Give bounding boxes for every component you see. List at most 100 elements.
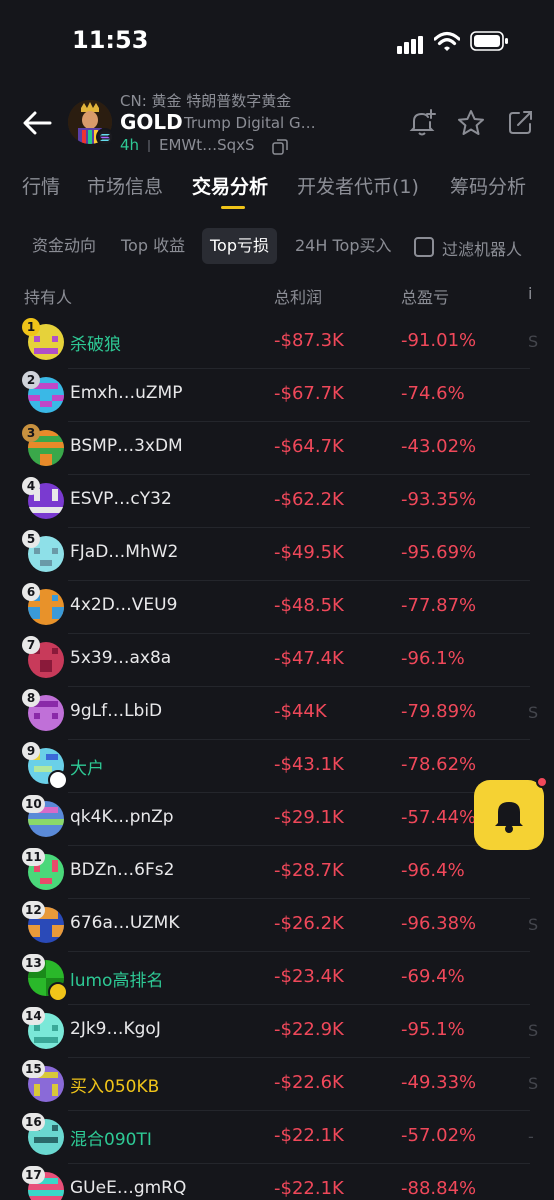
total-profit: -$67.7K xyxy=(274,383,344,404)
holder-name: 买入050KB xyxy=(70,1077,160,1097)
rank-badge: 7 xyxy=(22,636,40,654)
total-profit: -$62.2K xyxy=(274,489,344,510)
contract-address[interactable]: EMWt…SqxS xyxy=(159,136,255,154)
table-row[interactable]: 4 ESVP…cY32 -$62.2K -93.35% xyxy=(0,475,554,528)
token-header: CN: 黄金 特朗普数字黄金 GOLD Trump Digital G… 4h … xyxy=(0,84,554,162)
cut-off-value: - xyxy=(528,1127,534,1146)
copy-icon[interactable] xyxy=(272,139,288,155)
rank-badge: 11 xyxy=(22,848,45,866)
filter-bots-checkbox[interactable] xyxy=(414,237,434,257)
tab-market[interactable]: 行情 xyxy=(22,172,60,199)
table-row[interactable]: 2 Emxh…uZMP -$67.7K -74.6% xyxy=(0,369,554,422)
total-pnl: -93.35% xyxy=(401,489,477,510)
tab-chip-analysis[interactable]: 筹码分析 xyxy=(450,172,526,199)
holder-name: 混合090TI xyxy=(70,1130,152,1150)
status-time: 11:53 xyxy=(72,26,149,54)
price-alert-button[interactable] xyxy=(474,780,544,850)
table-row[interactable]: 1 杀破狼 -$87.3K -91.01% S xyxy=(0,316,554,369)
column-cut-off: i xyxy=(528,284,533,303)
table-row[interactable]: 13 lumo高排名 -$23.4K -69.4% xyxy=(0,952,554,1005)
bell-icon xyxy=(495,802,523,833)
rank-badge: 12 xyxy=(22,901,45,919)
tab-market-info[interactable]: 市场信息 xyxy=(87,172,163,199)
total-profit: -$26.2K xyxy=(274,913,344,934)
total-profit: -$22.6K xyxy=(274,1072,344,1093)
total-profit: -$22.1K xyxy=(274,1125,344,1146)
rank-badge: 3 xyxy=(22,424,40,442)
filter-bots-label: 过滤机器人 xyxy=(442,240,523,259)
total-pnl: -78.62% xyxy=(401,754,477,775)
total-pnl: -91.01% xyxy=(401,330,477,351)
star-favorite-icon[interactable] xyxy=(456,108,486,138)
table-row[interactable]: 3 BSMP…3xDM -$64.7K -43.02% xyxy=(0,422,554,475)
total-pnl: -96.1% xyxy=(401,648,465,669)
total-pnl: -88.84% xyxy=(401,1178,477,1199)
table-row[interactable]: 14 2Jk9…KgoJ -$22.9K -95.1% S xyxy=(0,1005,554,1058)
total-profit: -$64.7K xyxy=(274,436,344,457)
rank-badge: 16 xyxy=(22,1113,45,1131)
rank-badge: 5 xyxy=(22,530,40,548)
cut-off-value: S xyxy=(528,703,539,722)
total-profit: -$29.1K xyxy=(274,807,344,828)
holder-name: 9gLf…LbiD xyxy=(70,701,163,721)
back-arrow-icon[interactable] xyxy=(20,106,54,140)
rank-badge: 6 xyxy=(22,583,40,601)
holder-name: Emxh…uZMP xyxy=(70,383,183,403)
total-profit: -$43.1K xyxy=(274,754,344,775)
holder-name: 杀破狼 xyxy=(70,335,121,355)
rank-badge: 14 xyxy=(22,1007,45,1025)
holder-name: BDZn…6Fs2 xyxy=(70,860,175,880)
subtab-top-loss[interactable]: Top亏损 xyxy=(202,228,278,264)
rank-badge: 13 xyxy=(22,954,45,972)
rank-badge: 9 xyxy=(22,742,40,760)
table-row[interactable]: 7 5x39…ax8a -$47.4K -96.1% xyxy=(0,634,554,687)
table-row[interactable]: 8 9gLf…LbiD -$44K -79.89% S xyxy=(0,687,554,740)
total-pnl: -95.69% xyxy=(401,542,477,563)
table-row[interactable]: 12 676a…UZMK -$26.2K -96.38% S xyxy=(0,899,554,952)
total-pnl: -77.87% xyxy=(401,595,477,616)
subtab-fund-flow[interactable]: 资金动向 xyxy=(24,228,104,264)
subtab-top-gain[interactable]: Top 收益 xyxy=(113,228,193,264)
rank-badge: 17 xyxy=(22,1166,45,1184)
share-icon[interactable] xyxy=(505,108,535,138)
table-row[interactable]: 17 GUeE…gmRQ -$22.1K -88.84% xyxy=(0,1164,554,1200)
rank-badge: 15 xyxy=(22,1060,45,1078)
battery-icon xyxy=(470,31,508,51)
total-pnl: -95.1% xyxy=(401,1019,465,1040)
tab-trade-analysis[interactable]: 交易分析 xyxy=(192,172,268,199)
token-full-name: Trump Digital G… xyxy=(184,114,316,132)
table-row[interactable]: 5 FJaD…MhW2 -$49.5K -95.69% xyxy=(0,528,554,581)
total-profit: -$28.7K xyxy=(274,860,344,881)
rank-badge: 8 xyxy=(22,689,40,707)
table-row[interactable]: 10 qk4K…pnZp -$29.1K -57.44% xyxy=(0,793,554,846)
tab-developer-tokens[interactable]: 开发者代币(1) xyxy=(297,172,419,199)
table-row[interactable]: 15 买入050KB -$22.6K -49.33% S xyxy=(0,1058,554,1111)
holder-name: 4x2D…VEU9 xyxy=(70,595,178,615)
table-row[interactable]: 11 BDZn…6Fs2 -$28.7K -96.4% xyxy=(0,846,554,899)
total-pnl: -96.4% xyxy=(401,860,465,881)
token-symbol: GOLD xyxy=(120,110,183,134)
holder-name: lumo高排名 xyxy=(70,971,164,991)
total-profit: -$48.5K xyxy=(274,595,344,616)
active-tab-indicator xyxy=(221,206,245,209)
column-total-profit[interactable]: 总利润 xyxy=(274,284,322,308)
total-profit: -$47.4K xyxy=(274,648,344,669)
table-header: 持有人 总利润 总盈亏 i xyxy=(0,280,554,312)
holder-name: 676a…UZMK xyxy=(70,913,180,933)
column-holder[interactable]: 持有人 xyxy=(24,284,72,308)
rank-badge: 10 xyxy=(22,795,45,813)
table-row[interactable]: 9 大户 -$43.1K -78.62% xyxy=(0,740,554,793)
total-profit: -$22.1K xyxy=(274,1178,344,1199)
total-profit: -$49.5K xyxy=(274,542,344,563)
subtab-24h-top-buy[interactable]: 24H Top买入 xyxy=(287,228,399,264)
status-bar: 11:53 xyxy=(0,0,554,84)
table-row[interactable]: 6 4x2D…VEU9 -$48.5K -77.87% xyxy=(0,581,554,634)
signal-icon xyxy=(397,36,423,54)
total-profit: -$22.9K xyxy=(274,1019,344,1040)
add-alert-bell-icon[interactable] xyxy=(407,108,437,138)
table-row[interactable]: 16 混合090TI -$22.1K -57.02% - xyxy=(0,1111,554,1164)
rank-badge: 1 xyxy=(22,318,40,336)
holder-name: FJaD…MhW2 xyxy=(70,542,179,562)
holder-name: 5x39…ax8a xyxy=(70,648,172,668)
column-total-pnl[interactable]: 总盈亏 xyxy=(401,284,449,308)
